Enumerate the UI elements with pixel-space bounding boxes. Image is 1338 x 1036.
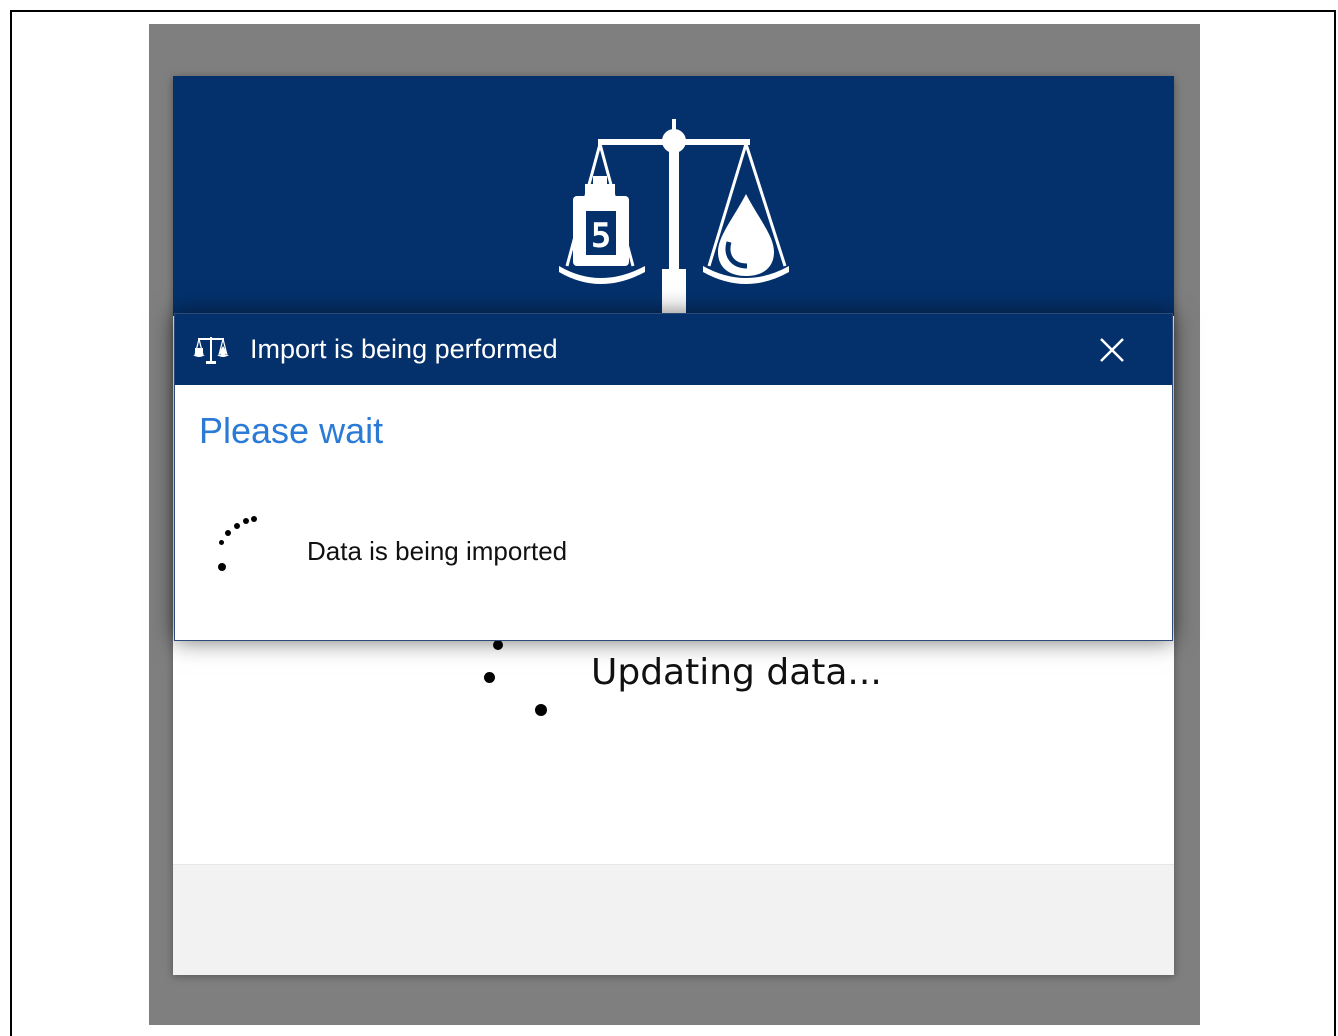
- spinner-dot: [251, 516, 257, 522]
- dialog-titlebar: Import is being performed: [175, 314, 1172, 385]
- import-dialog: Import is being performed Please wait Da…: [174, 313, 1173, 641]
- balance-scale-icon: [193, 337, 229, 364]
- svg-text:5: 5: [591, 216, 611, 256]
- app-footer: [173, 864, 1174, 975]
- spinner-dot: [493, 640, 503, 650]
- spinner-dot: [484, 672, 495, 683]
- app-status-area: Updating data...: [173, 636, 1174, 876]
- spinner-dot: [218, 563, 226, 571]
- spinner-dot: [219, 540, 224, 545]
- app-status-text: Updating data...: [591, 652, 882, 693]
- loading-spinner-icon: [211, 512, 271, 577]
- close-icon[interactable]: [1093, 331, 1131, 369]
- dialog-heading: Please wait: [199, 410, 384, 451]
- spinner-dot: [243, 518, 249, 524]
- spinner-dot: [225, 530, 231, 536]
- scale-weight-water-logo: 5: [559, 119, 789, 314]
- spinner-dot: [535, 704, 547, 716]
- dialog-message: Data is being imported: [307, 536, 568, 566]
- app-header: 5: [173, 76, 1174, 316]
- dialog-title: Import is being performed: [250, 334, 558, 364]
- spinner-dot: [234, 523, 240, 529]
